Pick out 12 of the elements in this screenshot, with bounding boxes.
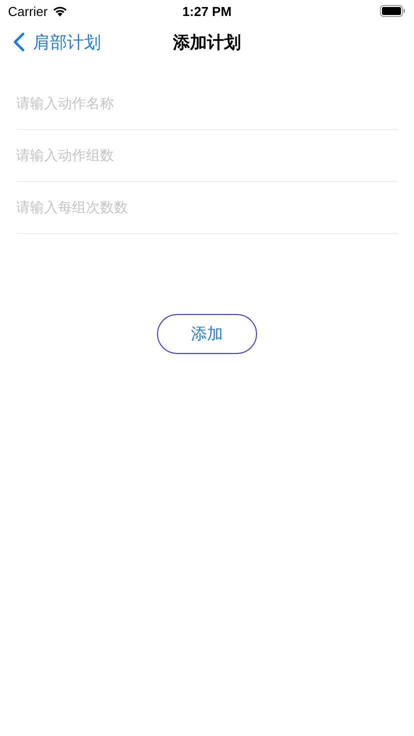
back-label[interactable]: 肩部计划: [33, 30, 101, 54]
status-time: 1:27 PM: [181, 4, 233, 18]
input-field[interactable]: 请输入每组次数数: [16, 182, 398, 234]
back-button[interactable]: 肩部计划: [0, 30, 101, 54]
input-field[interactable]: 请输入动作名称: [16, 78, 398, 130]
chevron-left-icon: [13, 32, 25, 52]
battery-icon: [380, 5, 406, 17]
wifi-icon: [52, 5, 68, 17]
nav-title: 添加计划: [172, 32, 242, 54]
carrier-label: Carrier: [8, 4, 48, 18]
add-button[interactable]: 添加: [157, 314, 257, 354]
input-field[interactable]: 请输入动作组数: [16, 130, 398, 182]
